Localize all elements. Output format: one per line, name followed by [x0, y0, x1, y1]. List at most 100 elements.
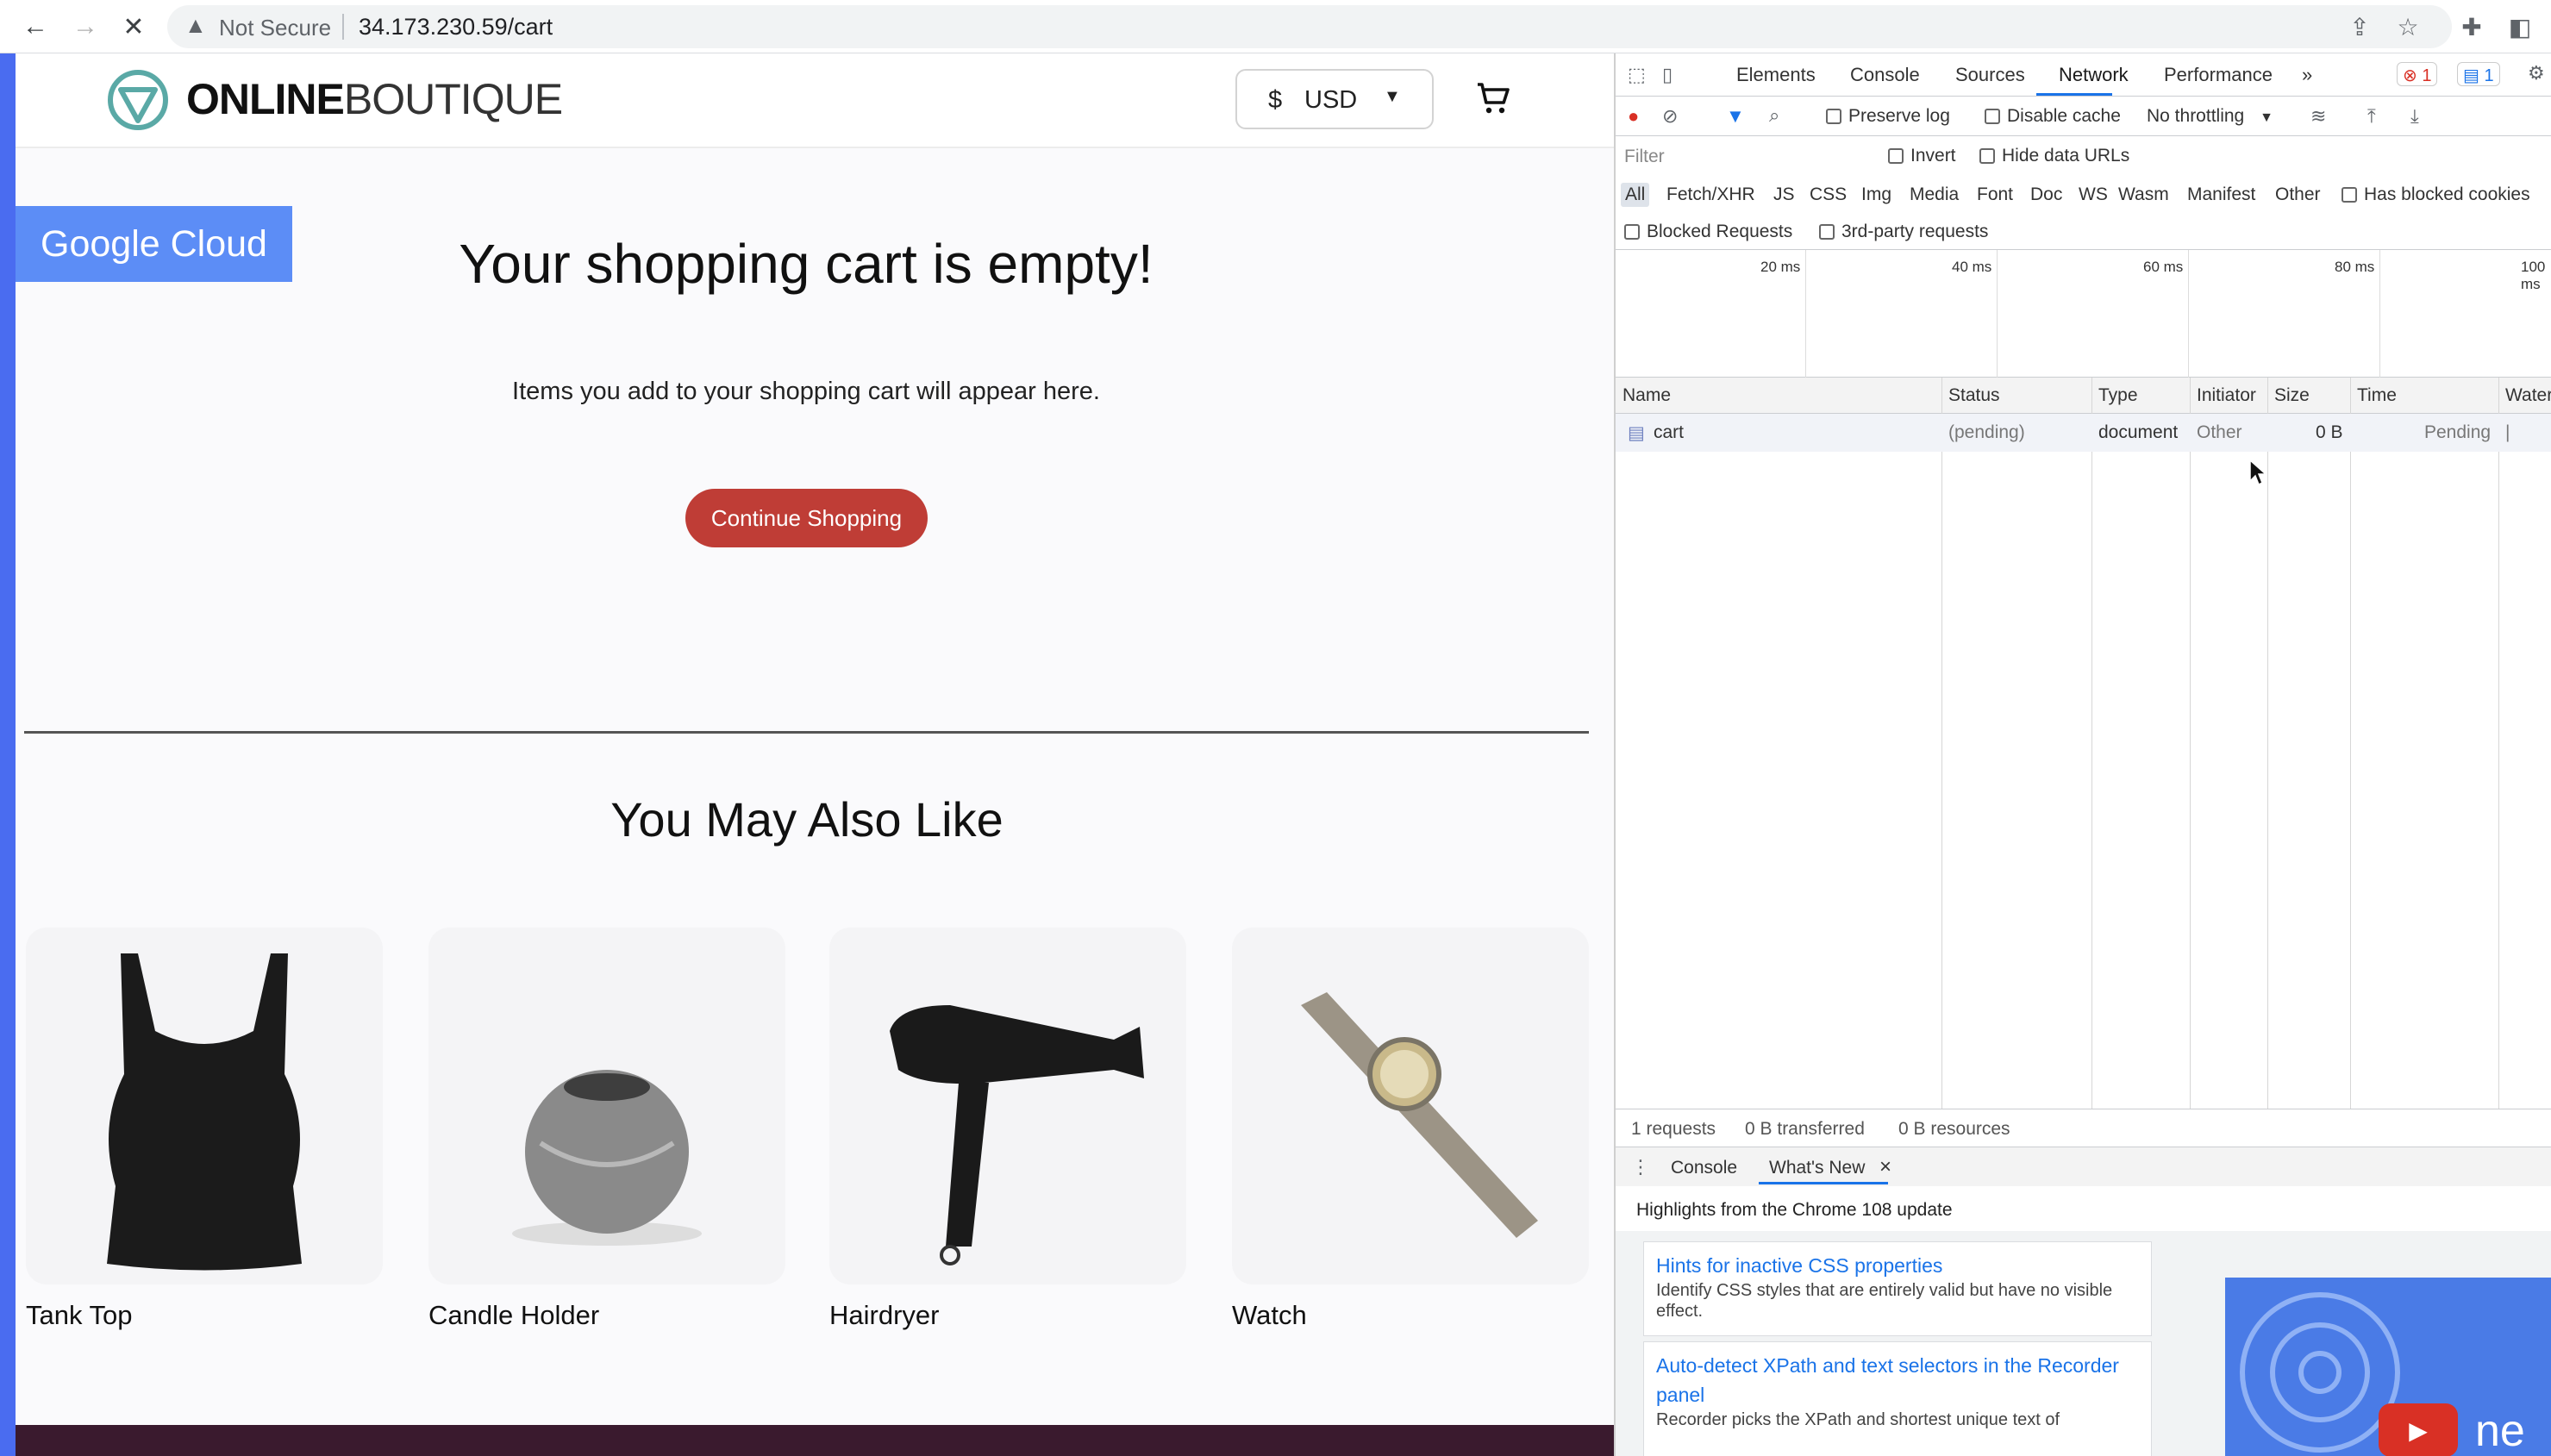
- checkbox-box[interactable]: [2342, 187, 2357, 203]
- product-name[interactable]: Watch: [1232, 1300, 1589, 1331]
- share-icon[interactable]: ⇪: [2343, 10, 2376, 43]
- tab-network[interactable]: Network: [2059, 64, 2129, 86]
- feature-link[interactable]: Hints for inactive CSS properties: [1656, 1251, 2139, 1280]
- hairdryer-image[interactable]: [829, 928, 1186, 1284]
- product-card[interactable]: Hairdryer: [829, 928, 1186, 1331]
- column-divider[interactable]: [1941, 378, 1942, 1109]
- table-row[interactable]: ▤ cart (pending) document Other 0 B Pend…: [1616, 414, 2551, 452]
- tab-sources[interactable]: Sources: [1955, 64, 2025, 86]
- column-header-name[interactable]: Name: [1623, 385, 1671, 406]
- checkbox-box[interactable]: [1985, 109, 2000, 125]
- device-toolbar-icon[interactable]: ▯: [1662, 64, 1673, 86]
- side-panel-icon[interactable]: ◧: [2504, 10, 2536, 43]
- more-tabs-icon[interactable]: »: [2302, 64, 2312, 86]
- request-filterbar: Blocked Requests 3rd-party requests: [1616, 212, 2551, 250]
- drawer-menu-icon[interactable]: ⋮: [1631, 1156, 1650, 1178]
- type-filter-css[interactable]: CSS: [1805, 183, 1851, 207]
- type-filter-ws[interactable]: WS: [2074, 183, 2112, 207]
- checkbox-box[interactable]: [1888, 148, 1904, 165]
- checkbox-box[interactable]: [1979, 148, 1995, 165]
- back-icon[interactable]: ←: [17, 9, 53, 45]
- feature-card[interactable]: Auto-detect XPath and text selectors in …: [1643, 1341, 2152, 1456]
- column-header-waterfall[interactable]: Waterfall: [2505, 385, 2551, 406]
- checkbox-box[interactable]: [1819, 224, 1835, 241]
- request-name[interactable]: cart: [1654, 422, 1684, 443]
- disable-cache-checkbox[interactable]: Disable cache: [1985, 106, 2121, 127]
- product-card[interactable]: Tank Top: [26, 928, 383, 1331]
- column-header-status[interactable]: Status: [1948, 385, 2000, 406]
- feature-card[interactable]: Hints for inactive CSS properties Identi…: [1643, 1241, 2152, 1336]
- stop-loading-icon[interactable]: ✕: [116, 9, 152, 45]
- product-name[interactable]: Tank Top: [26, 1300, 383, 1331]
- inspect-element-icon[interactable]: ⬚: [1628, 64, 1646, 86]
- tank-top-image[interactable]: [26, 928, 383, 1284]
- message-badge[interactable]: ▤ 1: [2457, 62, 2500, 86]
- network-overview[interactable]: 20 ms 40 ms 60 ms 80 ms 100 ms: [1616, 250, 2551, 378]
- feature-link[interactable]: Auto-detect XPath and text selectors in …: [1656, 1351, 2139, 1409]
- column-divider[interactable]: [2498, 378, 2499, 1109]
- address-bar[interactable]: ▲ Not Secure 34.173.230.59/cart ⇪ ☆: [167, 5, 2452, 48]
- forward-icon[interactable]: →: [67, 9, 103, 45]
- product-card[interactable]: Watch: [1232, 928, 1589, 1331]
- type-filter-all[interactable]: All: [1621, 183, 1650, 207]
- logo-text[interactable]: ONLINEBOUTIQUE: [186, 74, 563, 124]
- preserve-log-checkbox[interactable]: Preserve log: [1826, 106, 1950, 127]
- tab-elements[interactable]: Elements: [1736, 64, 1816, 86]
- column-header-time[interactable]: Time: [2357, 385, 2397, 406]
- has-blocked-cookies-checkbox[interactable]: Has blocked cookies: [2342, 184, 2530, 205]
- type-filter-font[interactable]: Font: [1973, 183, 2017, 207]
- type-filter-doc[interactable]: Doc: [2026, 183, 2066, 207]
- cart-icon[interactable]: [1472, 78, 1514, 119]
- type-filter-fetch[interactable]: Fetch/XHR: [1662, 183, 1760, 207]
- type-filter-wasm[interactable]: Wasm: [2114, 183, 2173, 207]
- error-badge[interactable]: ⊗ 1: [2397, 62, 2438, 86]
- column-header-size[interactable]: Size: [2274, 385, 2310, 406]
- watch-image[interactable]: [1232, 928, 1589, 1284]
- overview-tick: 20 ms: [1760, 259, 1801, 275]
- network-conditions-icon[interactable]: ≋: [2310, 105, 2326, 128]
- url-text[interactable]: 34.173.230.59/cart: [359, 14, 553, 41]
- blocked-requests-checkbox[interactable]: Blocked Requests: [1624, 222, 1792, 242]
- type-filter-media[interactable]: Media: [1905, 183, 1963, 207]
- filter-input[interactable]: Filter: [1624, 147, 1665, 167]
- throttling-select[interactable]: No throttling ▼: [2147, 106, 2273, 127]
- product-card[interactable]: Candle Holder: [428, 928, 785, 1331]
- logo-icon[interactable]: [107, 69, 169, 131]
- candle-holder-image[interactable]: [428, 928, 785, 1284]
- third-party-checkbox[interactable]: 3rd-party requests: [1819, 222, 1988, 242]
- type-filter-img[interactable]: Img: [1857, 183, 1896, 207]
- extensions-icon[interactable]: ✚: [2455, 10, 2488, 43]
- column-divider[interactable]: [2190, 378, 2191, 1109]
- column-header-type[interactable]: Type: [2098, 385, 2138, 406]
- drawer-tab-console[interactable]: Console: [1671, 1158, 1737, 1178]
- close-icon[interactable]: ×: [1879, 1155, 1891, 1179]
- product-name[interactable]: Candle Holder: [428, 1300, 785, 1331]
- checkbox-box[interactable]: [1624, 224, 1640, 241]
- whats-new-video[interactable]: ▶ ne: [2225, 1278, 2551, 1456]
- hide-data-urls-checkbox[interactable]: Hide data URLs: [1979, 146, 2129, 166]
- drawer-tab-whats-new[interactable]: What's New: [1769, 1158, 1865, 1178]
- clear-icon[interactable]: ⊘: [1662, 105, 1678, 128]
- tab-console[interactable]: Console: [1850, 64, 1920, 86]
- record-icon[interactable]: ●: [1628, 105, 1639, 128]
- type-filter-js[interactable]: JS: [1769, 183, 1799, 207]
- export-har-icon[interactable]: ⤓: [2410, 105, 2419, 128]
- column-header-initiator[interactable]: Initiator: [2197, 385, 2256, 406]
- import-har-icon[interactable]: ⤒: [2367, 105, 2376, 128]
- currency-select[interactable]: $ USD ▼: [1235, 69, 1434, 129]
- column-divider[interactable]: [2091, 378, 2092, 1109]
- checkbox-box[interactable]: [1826, 109, 1841, 125]
- tab-performance[interactable]: Performance: [2164, 64, 2273, 86]
- type-filter-manifest[interactable]: Manifest: [2183, 183, 2260, 207]
- gear-icon[interactable]: ⚙: [2528, 62, 2545, 84]
- continue-shopping-button[interactable]: Continue Shopping: [685, 489, 928, 547]
- product-name[interactable]: Hairdryer: [829, 1300, 1186, 1331]
- column-divider[interactable]: [2350, 378, 2351, 1109]
- search-icon[interactable]: ⌕: [1769, 104, 1779, 127]
- bookmark-star-icon[interactable]: ☆: [2392, 10, 2424, 43]
- type-filter-other[interactable]: Other: [2271, 183, 2325, 207]
- invert-checkbox[interactable]: Invert: [1888, 146, 1956, 166]
- filter-icon[interactable]: ▼: [1726, 105, 1745, 128]
- empty-cart-title: Your shopping cart is empty!: [459, 233, 1154, 295]
- play-icon[interactable]: ▶: [2379, 1403, 2458, 1456]
